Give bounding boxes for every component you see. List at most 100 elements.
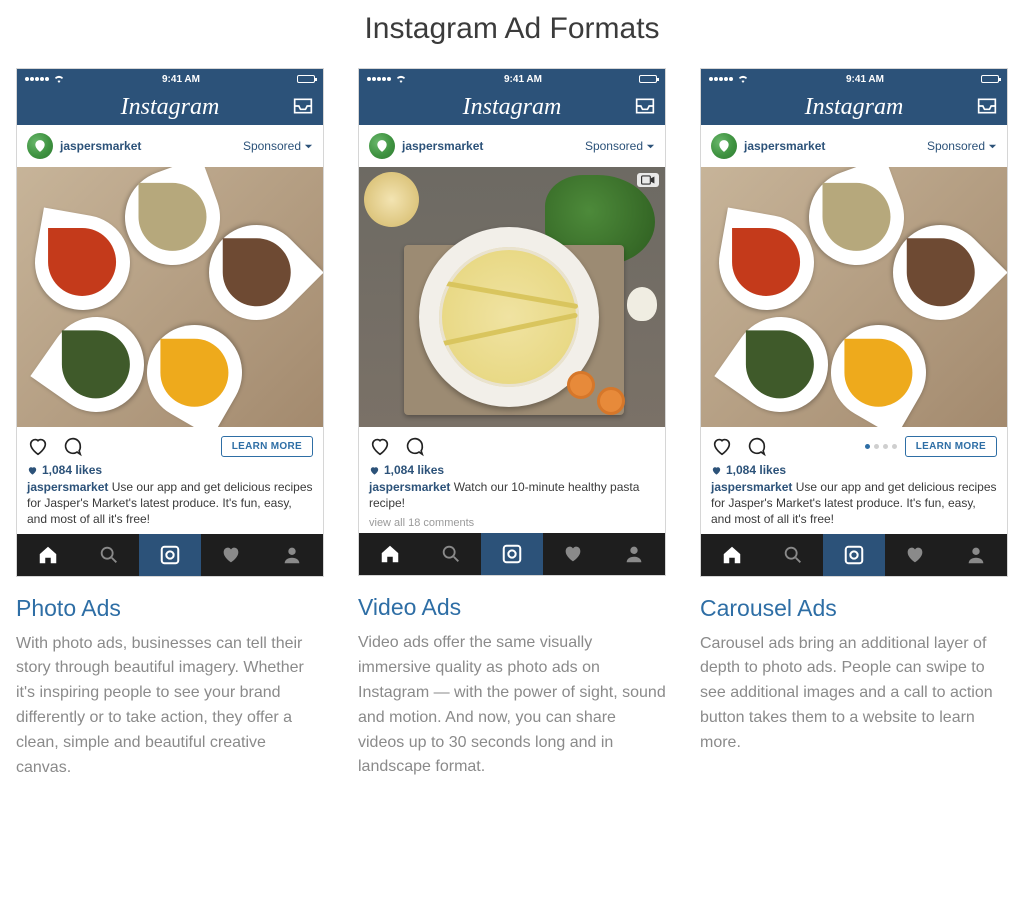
tab-search[interactable] xyxy=(78,534,139,576)
carousel-pagination xyxy=(865,444,897,449)
comment-icon[interactable] xyxy=(745,435,767,457)
ad-type-title: Photo Ads xyxy=(16,595,324,622)
sponsored-text: Sponsored xyxy=(585,139,643,153)
ad-type-title: Video Ads xyxy=(358,594,666,621)
avatar[interactable] xyxy=(711,133,737,159)
pager-dot-active xyxy=(865,444,870,449)
app-header: Instagram xyxy=(359,89,665,125)
post-media-carousel[interactable] xyxy=(701,167,1007,427)
heart-filled-icon xyxy=(369,465,380,476)
comment-icon[interactable] xyxy=(61,435,83,457)
inbox-icon[interactable] xyxy=(635,97,655,120)
phone-mock-photo: 9:41 AM Instagram jaspersmarket xyxy=(16,68,324,577)
ad-type-description: Video ads offer the same visually immers… xyxy=(358,631,666,780)
ad-type-description: With photo ads, businesses can tell thei… xyxy=(16,632,324,781)
likes-text: 1,084 likes xyxy=(726,463,786,477)
photo-ads-column: 9:41 AM Instagram jaspersmarket xyxy=(16,68,324,780)
post-media-photo[interactable] xyxy=(17,167,323,427)
tab-profile[interactable] xyxy=(262,534,323,576)
cta-button[interactable]: LEARN MORE xyxy=(221,436,313,457)
status-bar: 9:41 AM xyxy=(17,69,323,89)
caption-username[interactable]: jaspersmarket xyxy=(369,480,450,494)
tab-search[interactable] xyxy=(420,533,481,575)
likes-row[interactable]: 1,084 likes xyxy=(359,463,665,477)
post-header: jaspersmarket Sponsored xyxy=(701,125,1007,167)
status-clock: 9:41 AM xyxy=(162,74,200,85)
pager-dot xyxy=(892,444,897,449)
status-clock: 9:41 AM xyxy=(846,74,884,85)
avatar[interactable] xyxy=(27,133,53,159)
tab-profile[interactable] xyxy=(604,533,665,575)
tab-bar xyxy=(17,534,323,576)
wifi-icon xyxy=(395,75,407,83)
chevron-down-icon xyxy=(304,142,313,151)
battery-icon xyxy=(639,75,657,83)
post-header: jaspersmarket Sponsored xyxy=(359,125,665,167)
tab-bar xyxy=(359,533,665,575)
likes-row[interactable]: 1,084 likes xyxy=(17,463,323,477)
inbox-icon[interactable] xyxy=(293,97,313,120)
like-icon[interactable] xyxy=(27,435,49,457)
signal-dots-icon xyxy=(709,77,733,81)
post-media-video[interactable] xyxy=(359,167,665,427)
cta-button[interactable]: LEARN MORE xyxy=(905,436,997,457)
pager-dot xyxy=(883,444,888,449)
avatar[interactable] xyxy=(369,133,395,159)
tab-activity[interactable] xyxy=(885,534,946,576)
chevron-down-icon xyxy=(988,142,997,151)
instagram-logo: Instagram xyxy=(463,94,562,121)
tab-home[interactable] xyxy=(701,534,762,576)
battery-icon xyxy=(981,75,999,83)
status-clock: 9:41 AM xyxy=(504,74,542,85)
instagram-logo: Instagram xyxy=(805,94,904,121)
sponsored-label[interactable]: Sponsored xyxy=(585,139,655,153)
likes-row[interactable]: 1,084 likes xyxy=(701,463,1007,477)
status-bar: 9:41 AM xyxy=(701,69,1007,89)
tab-profile[interactable] xyxy=(946,534,1007,576)
tab-home[interactable] xyxy=(17,534,78,576)
phone-mock-carousel: 9:41 AM Instagram jaspersmarket xyxy=(700,68,1008,577)
post-actions: LEARN MORE xyxy=(17,427,323,463)
caption-username[interactable]: jaspersmarket xyxy=(711,480,792,494)
tab-activity[interactable] xyxy=(543,533,604,575)
username-label[interactable]: jaspersmarket xyxy=(60,139,141,153)
post-actions: LEARN MORE xyxy=(701,427,1007,463)
post-header: jaspersmarket Sponsored xyxy=(17,125,323,167)
status-bar: 9:41 AM xyxy=(359,69,665,89)
tab-activity[interactable] xyxy=(201,534,262,576)
ad-type-description: Carousel ads bring an additional layer o… xyxy=(700,632,1008,756)
caption-username[interactable]: jaspersmarket xyxy=(27,480,108,494)
inbox-icon[interactable] xyxy=(977,97,997,120)
sponsored-text: Sponsored xyxy=(243,139,301,153)
wifi-icon xyxy=(53,75,65,83)
username-label[interactable]: jaspersmarket xyxy=(744,139,825,153)
tab-camera[interactable] xyxy=(139,534,200,576)
post-actions xyxy=(359,427,665,463)
sponsored-text: Sponsored xyxy=(927,139,985,153)
tab-camera[interactable] xyxy=(823,534,884,576)
tab-home[interactable] xyxy=(359,533,420,575)
chevron-down-icon xyxy=(646,142,655,151)
like-icon[interactable] xyxy=(369,435,391,457)
carousel-ads-column: 9:41 AM Instagram jaspersmarket xyxy=(700,68,1008,780)
sponsored-label[interactable]: Sponsored xyxy=(243,139,313,153)
ad-type-title: Carousel Ads xyxy=(700,595,1008,622)
like-icon[interactable] xyxy=(711,435,733,457)
tab-camera[interactable] xyxy=(481,533,542,575)
ad-formats-row: 9:41 AM Instagram jaspersmarket xyxy=(16,68,1008,780)
signal-dots-icon xyxy=(367,77,391,81)
comment-icon[interactable] xyxy=(403,435,425,457)
username-label[interactable]: jaspersmarket xyxy=(402,139,483,153)
pager-dot xyxy=(874,444,879,449)
post-caption: jaspersmarket Use our app and get delici… xyxy=(17,477,323,534)
wifi-icon xyxy=(737,75,749,83)
likes-text: 1,084 likes xyxy=(42,463,102,477)
view-comments-link[interactable]: view all 18 comments xyxy=(359,517,665,533)
video-ads-column: 9:41 AM Instagram jaspersmarket xyxy=(358,68,666,780)
heart-filled-icon xyxy=(27,465,38,476)
post-caption: jaspersmarket Use our app and get delici… xyxy=(701,477,1007,534)
tab-bar xyxy=(701,534,1007,576)
tab-search[interactable] xyxy=(762,534,823,576)
video-badge-icon xyxy=(637,173,659,187)
sponsored-label[interactable]: Sponsored xyxy=(927,139,997,153)
